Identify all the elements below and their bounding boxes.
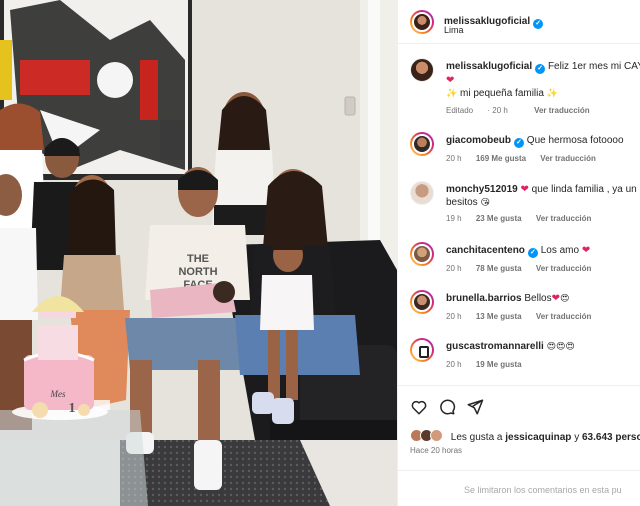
comment-age: 20 h — [446, 264, 462, 273]
family-photo-illustration: THE NORTH FACE Mes 1 — [0, 0, 397, 506]
likes-prefix: Les gusta a — [450, 432, 503, 443]
heart-eyes-emoji-icon: 😍 — [560, 294, 570, 304]
comment-age: 20 h — [446, 154, 462, 163]
commenter-avatar[interactable] — [410, 181, 434, 205]
actions-divider — [398, 385, 640, 386]
post-location[interactable]: Lima — [444, 25, 464, 35]
comment-username[interactable]: giacomobeub — [446, 135, 511, 146]
share-send-icon[interactable] — [466, 398, 484, 416]
comment-translate-link[interactable]: Ver traducción — [536, 214, 592, 223]
caption-text-line2: mi pequeña familia — [460, 88, 544, 99]
caption-edited: Editado — [446, 106, 474, 115]
comment-translate-link[interactable]: Ver traducción — [540, 154, 596, 163]
likes-first-user[interactable]: jessicaquinap — [505, 432, 571, 443]
svg-text:THE: THE — [187, 253, 209, 265]
commenter-avatar[interactable] — [410, 242, 434, 266]
svg-text:NORTH: NORTH — [178, 266, 217, 278]
comment-text: que linda familia , ya un — [531, 184, 637, 195]
caption-meta: Editado · 20 h Ver traducción — [446, 106, 590, 115]
comment-meta: 20 h 169 Me gusta Ver traducción — [446, 154, 608, 163]
comment-bubble-icon[interactable] — [438, 398, 456, 416]
comment-meta: 20 h 13 Me gusta Ver traducción — [446, 312, 603, 321]
commenter-avatar[interactable] — [410, 338, 434, 362]
sparkles-emoji-icon: ✨ — [546, 89, 558, 99]
comment-username[interactable]: brunella.barrios — [446, 293, 522, 304]
comment-text: Los amo — [540, 245, 580, 256]
caption-text-line1: Feliz 1er mes mi CAY — [547, 61, 640, 72]
kiss-emoji-icon: 😘 — [480, 198, 490, 208]
liker-avatars[interactable] — [410, 429, 444, 443]
comment-meta: 20 h 78 Me gusta Ver traducción — [446, 264, 603, 273]
heart-eyes-emoji-icon: 😍😍😍 — [546, 342, 575, 352]
cake-banner-text: Mes — [50, 389, 66, 399]
cake-number-text: 1 — [69, 401, 76, 416]
caption-author-avatar[interactable] — [410, 58, 434, 82]
verified-badge-icon: ✓ — [533, 19, 544, 29]
comment-text: Bellos — [524, 293, 552, 304]
caption-translate-link[interactable]: Ver traducción — [534, 106, 590, 115]
heart-emoji-icon: ❤ — [446, 75, 455, 86]
comment-username[interactable]: canchitacenteno — [446, 245, 525, 256]
comments-limited-text: Se limitaron los comentarios en esta pu — [464, 485, 622, 495]
caption-age: 20 h — [492, 106, 508, 115]
like-heart-icon[interactable] — [410, 398, 428, 416]
comment-username[interactable]: guscastromannarelli — [446, 341, 544, 352]
likes-middle: y — [574, 432, 580, 443]
sparkles-emoji-icon: ✨ — [446, 89, 458, 99]
comments-limited-notice: Se limitaron los comentarios en esta pu — [398, 470, 640, 506]
author-avatar[interactable] — [410, 10, 434, 34]
comment-text: Que hermosa fotoooo — [526, 135, 624, 146]
likes-summary: Les gusta a jessicaquinap y 63.643 perso — [410, 429, 640, 443]
post-header: melissaklugoficial ✓ Lima — [398, 0, 640, 44]
comment-meta: 20 h 19 Me gusta — [446, 360, 534, 369]
comment-username[interactable]: monchy512019 — [446, 184, 518, 195]
likes-others[interactable]: 63.643 perso — [582, 432, 640, 443]
comment-likes[interactable]: 13 Me gusta — [476, 312, 522, 321]
verified-badge-icon: ✓ — [535, 64, 546, 74]
comment-age: 19 h — [446, 214, 462, 223]
comment-translate-link[interactable]: Ver traducción — [536, 264, 592, 273]
comment-age: 20 h — [446, 360, 462, 369]
comment-likes[interactable]: 169 Me gusta — [476, 154, 526, 163]
comment-age: 20 h — [446, 312, 462, 321]
post-photo[interactable]: THE NORTH FACE Mes 1 — [0, 0, 397, 506]
comment-text-line2: besitos — [446, 197, 478, 208]
caption-username[interactable]: melissaklugoficial — [446, 61, 532, 72]
comment-likes[interactable]: 19 Me gusta — [476, 360, 522, 369]
verified-badge-icon: ✓ — [514, 138, 525, 148]
comment-translate-link[interactable]: Ver traducción — [536, 312, 592, 321]
commenter-avatar[interactable] — [410, 132, 434, 156]
commenter-avatar[interactable] — [410, 290, 434, 314]
heart-emoji-icon: ❤ — [520, 184, 529, 195]
heart-emoji-icon: ❤ — [551, 293, 560, 304]
verified-badge-icon: ✓ — [527, 248, 538, 258]
post-sidebar: melissaklugoficial ✓ Lima melissaklugofic… — [397, 0, 640, 506]
comment-likes[interactable]: 78 Me gusta — [476, 264, 522, 273]
heart-emoji-icon: ❤ — [581, 245, 591, 256]
post-timestamp[interactable]: Hace 20 horas — [410, 446, 462, 455]
comment-likes[interactable]: 23 Me gusta — [476, 214, 522, 223]
comment-meta: 19 h 23 Me gusta Ver traducción — [446, 214, 603, 223]
